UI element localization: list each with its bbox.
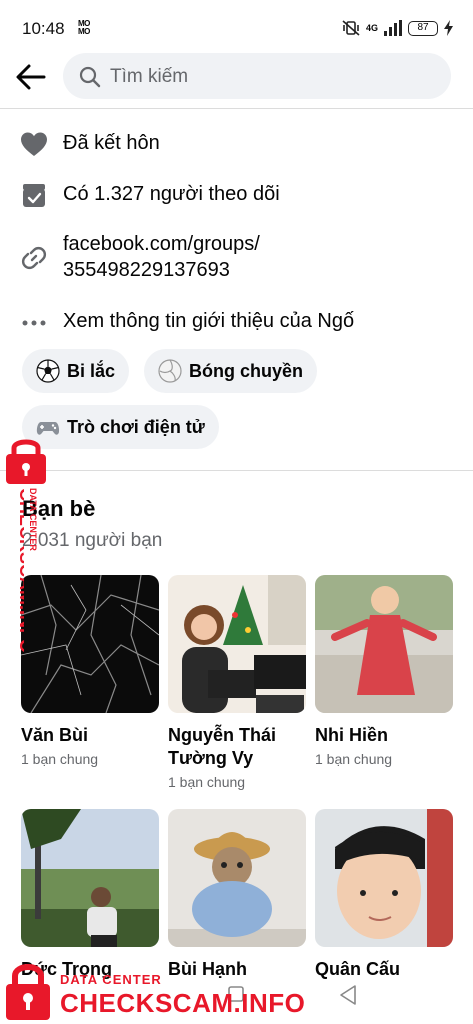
friend-photo[interactable]: [21, 575, 159, 713]
hobby-label: Bóng chuyền: [189, 360, 304, 381]
friend-mutual: 1 bạn chung: [21, 751, 99, 767]
search-header: Tìm kiếm: [0, 50, 473, 108]
relationship-row: Đã kết hôn: [0, 129, 473, 159]
followers-text: Có 1.327 người theo dõi: [63, 183, 280, 205]
network-label: 4G: [365, 23, 378, 33]
hobby-chip-volleyball[interactable]: Bóng chuyền: [144, 349, 318, 393]
friend-mutual: 1 bạn chung: [315, 751, 393, 767]
watermark-vertical-brand: CHECKSCAM.INFO: [16, 488, 24, 653]
followers-icon: [23, 184, 45, 207]
link-icon: [21, 246, 47, 270]
search-placeholder: Tìm kiếm: [110, 66, 189, 87]
followers-row: Có 1.327 người theo dõi: [0, 180, 473, 210]
friends-count: 2.031 người bạn: [22, 530, 163, 551]
svg-text:CHECKSCAM.INFO: CHECKSCAM.INFO: [16, 488, 24, 653]
friend-photo[interactable]: [21, 809, 159, 947]
carrier-label: MO MO: [78, 19, 90, 36]
friend-name[interactable]: Nhi Hiền: [315, 724, 453, 747]
friend-name[interactable]: Nguyễn Thái Tường Vy: [168, 724, 306, 770]
search-icon: [79, 66, 101, 88]
signal-icon: [384, 20, 402, 36]
svg-text:DATA CENTER: DATA CENTER: [28, 488, 38, 551]
friend-card[interactable]: Bùi Hạnh: [168, 809, 306, 981]
header-divider: [0, 108, 473, 109]
website-link-line2[interactable]: 355498229137693: [63, 258, 230, 283]
status-icons: 4G 87: [342, 19, 453, 37]
status-time: 10:48: [22, 19, 65, 38]
nav-back-icon[interactable]: [338, 984, 358, 1006]
hobby-chip-foosball[interactable]: Bi lắc: [22, 349, 130, 393]
more-dots-icon: [22, 320, 46, 326]
friend-photo[interactable]: [168, 575, 306, 713]
friend-card[interactable]: Nguyễn Thái Tường Vy 1 bạn chung: [168, 575, 306, 790]
vibrate-icon: [342, 20, 360, 36]
watermark-brand-text: CHECKSCAM.INFO: [60, 988, 306, 1018]
checkscam-lock-logo: [6, 964, 50, 1020]
website-row[interactable]: facebook.com/groups/ 355498229137693: [0, 230, 473, 286]
watermark-datacenter-text: DATA CENTER: [60, 972, 162, 987]
friend-card[interactable]: Nhi Hiền 1 bạn chung: [315, 575, 453, 767]
hobby-label: Bi lắc: [67, 360, 116, 381]
see-more-text[interactable]: Xem thông tin giới thiệu của Ngố: [63, 309, 354, 334]
heart-icon: [21, 132, 47, 156]
friend-mutual: 1 bạn chung: [168, 774, 246, 790]
friend-card[interactable]: Quân Cấu: [315, 809, 453, 981]
see-more-row[interactable]: Xem thông tin giới thiệu của Ngố: [0, 307, 473, 337]
search-input[interactable]: Tìm kiếm: [63, 53, 451, 99]
friend-photo[interactable]: [315, 809, 453, 947]
hobby-label: Trò chơi điện tử: [67, 416, 205, 437]
friend-card[interactable]: Đức Trọng: [21, 809, 159, 981]
volleyball-icon: [158, 359, 182, 383]
friend-name[interactable]: Văn Bùi: [21, 724, 159, 747]
website-link-line1[interactable]: facebook.com/groups/: [63, 232, 260, 257]
checkscam-lock-logo: [6, 439, 46, 484]
friend-name[interactable]: Quân Cấu: [315, 958, 453, 981]
battery-indicator: 87: [408, 20, 438, 36]
relationship-text: Đã kết hôn: [63, 132, 160, 154]
watermark-vertical-datacenter: DATA CENTER: [28, 488, 38, 551]
soccer-ball-icon: [36, 359, 60, 383]
friend-card[interactable]: Văn Bùi 1 bạn chung: [21, 575, 159, 767]
friend-photo[interactable]: [168, 809, 306, 947]
charging-icon: [444, 20, 453, 36]
watermark-bottom: DATA CENTER CHECKSCAM.INFO: [0, 958, 305, 1024]
section-divider: [0, 470, 473, 471]
friend-photo[interactable]: [315, 575, 453, 713]
back-arrow-icon[interactable]: [14, 62, 50, 92]
